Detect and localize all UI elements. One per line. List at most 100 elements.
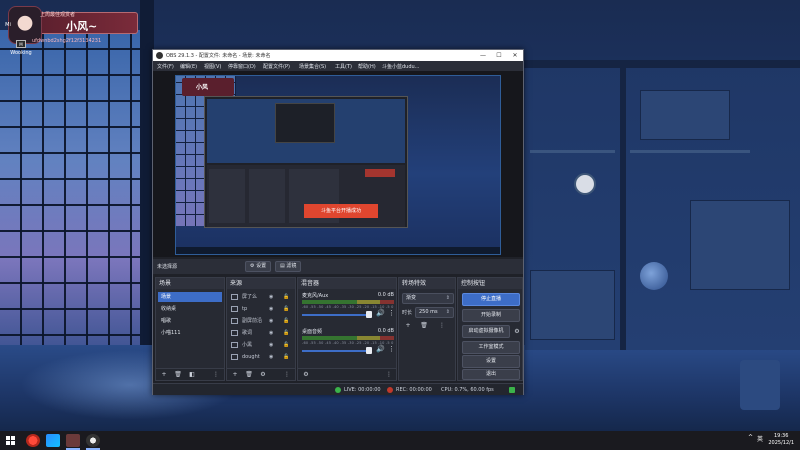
eye-icon[interactable]: ◉	[269, 340, 273, 350]
source-settings-button[interactable]: ⚙ 设置	[245, 261, 272, 272]
more-options-icon[interactable]: ⋮	[211, 371, 221, 379]
canvas-overlay-name: 小风	[196, 84, 209, 91]
eye-icon[interactable]: ◉	[269, 292, 273, 302]
speaker-icon[interactable]: 🔊	[376, 345, 385, 353]
window-title: OBS 29.1.3 - 配置文件: 未命名 - 场景: 未命名	[166, 53, 271, 59]
transition-type-select[interactable]: 渐变 ⇕	[402, 293, 454, 304]
desktop-icon-wooking[interactable]: M Wooking	[6, 40, 36, 56]
more-options-icon[interactable]: ⋮	[384, 371, 394, 379]
add-scene-button[interactable]: +	[159, 371, 169, 379]
obs-logo-icon	[156, 52, 163, 59]
ime-language-indicator[interactable]: 英	[757, 434, 763, 443]
add-transition-button[interactable]: +	[403, 322, 413, 330]
menu-edit[interactable]: 编辑(E)	[180, 63, 197, 70]
window-titlebar[interactable]: OBS 29.1.3 - 配置文件: 未命名 - 场景: 未命名 — ☐ ✕	[153, 50, 523, 61]
scene-item[interactable]: 小喵111	[158, 328, 222, 338]
source-item-label: tp	[242, 306, 248, 312]
trash-icon[interactable]: 🗑	[419, 322, 429, 330]
more-options-icon[interactable]: ⋮	[388, 309, 395, 317]
chevron-updown-icon: ⇕	[445, 295, 450, 301]
lock-icon[interactable]: 🔓	[283, 304, 289, 314]
preview-canvas[interactable]: 小风 斗鱼平台开播成功	[175, 75, 501, 255]
wallpaper-post	[620, 60, 626, 350]
lock-icon[interactable]: 🔓	[283, 292, 289, 302]
mixer-channel-db: 0.0 dB	[377, 292, 394, 298]
source-item[interactable]: 小黑 ◉ 🔓	[229, 340, 295, 350]
eye-icon[interactable]: ◉	[269, 352, 273, 362]
lock-icon[interactable]: 🔓	[283, 316, 289, 326]
scene-item[interactable]: 唱歌	[158, 316, 222, 326]
maximize-button[interactable]: ☐	[491, 50, 507, 61]
mixer-channel-name: 桌面音频	[302, 329, 323, 335]
wallpaper-cabinet	[530, 270, 615, 340]
scene-item[interactable]: 收纳桌	[158, 304, 222, 314]
menu-scene-collection[interactable]: 场景集合(S)	[299, 63, 326, 70]
more-options-icon[interactable]: ⋮	[388, 345, 395, 353]
stop-streaming-button[interactable]: 停止直播	[462, 293, 520, 306]
settings-button[interactable]: 设置	[462, 355, 520, 368]
window-source-icon	[231, 342, 238, 348]
taskbar-clock[interactable]: 19:36 2025/12/1	[768, 433, 794, 447]
eye-icon[interactable]: ◉	[269, 328, 273, 338]
gear-icon[interactable]: ⚙	[512, 328, 522, 336]
start-virtual-camera-button[interactable]: 启动虚拟摄像机	[462, 325, 510, 338]
trash-icon[interactable]: 🗑	[173, 371, 183, 379]
menu-tools[interactable]: 工具(T)	[335, 63, 352, 70]
eye-icon[interactable]: ◉	[269, 316, 273, 326]
controls-dock: 控制按钮 停止直播 开始录制 启动虚拟摄像机 ⚙ 工作室模式 设置 退出	[457, 277, 523, 381]
sources-dock: 来源 屏了么 ◉ 🔓 tp ◉ 🔓 副屏前沿 ◉ 🔓 歌词 ◉ 🔓 小黑 ◉ 🔓	[226, 277, 296, 381]
preview-area[interactable]: 小风 斗鱼平台开播成功	[153, 71, 523, 257]
source-filters-label: 滤镜	[286, 263, 297, 269]
lock-icon[interactable]: 🔓	[283, 352, 289, 362]
exit-button[interactable]: 退出	[462, 369, 520, 380]
menu-view[interactable]: 视图(V)	[204, 63, 221, 70]
tray-chevron-up-icon[interactable]: ^	[748, 434, 753, 441]
source-item[interactable]: 屏了么 ◉ 🔓	[229, 292, 295, 302]
advanced-audio-icon[interactable]: ⚙	[301, 371, 311, 379]
scene-filters-icon[interactable]: ◧	[187, 371, 197, 379]
status-bar: LIVE: 00:00:00 REC: 00:00:00 CPU: 0.7%, …	[153, 383, 523, 395]
obs-window[interactable]: OBS 29.1.3 - 配置文件: 未命名 - 场景: 未命名 — ☐ ✕ 文…	[152, 49, 524, 395]
source-item[interactable]: 副屏前沿 ◉ 🔓	[229, 316, 295, 326]
speaker-icon[interactable]: 🔊	[376, 309, 385, 317]
volume-slider[interactable]	[302, 350, 370, 352]
source-item[interactable]: dought ◉ 🔓	[229, 352, 295, 362]
obs-app-icon[interactable]	[86, 434, 100, 447]
duration-input[interactable]: 250 ms ⇕	[415, 307, 454, 318]
volume-slider[interactable]	[302, 314, 370, 316]
start-recording-button[interactable]: 开始录制	[462, 309, 520, 322]
nested-dock-column	[209, 169, 245, 223]
menu-profile[interactable]: 配置文件(P)	[263, 63, 290, 70]
browser-app-icon[interactable]	[46, 434, 60, 447]
menu-file[interactable]: 文件(F)	[157, 63, 174, 70]
live-indicator-icon	[335, 387, 341, 393]
scene-item[interactable]: 场景	[158, 292, 222, 302]
wallpaper-window-frame	[0, 30, 150, 360]
volume-slider-handle[interactable]	[366, 311, 372, 318]
add-source-button[interactable]: +	[230, 371, 240, 379]
more-options-icon[interactable]: ⋮	[437, 322, 447, 330]
lock-icon[interactable]: 🔓	[283, 328, 289, 338]
minimize-button[interactable]: —	[475, 50, 491, 61]
close-button[interactable]: ✕	[507, 50, 523, 61]
eye-icon[interactable]: ◉	[269, 304, 273, 314]
source-item[interactable]: tp ◉ 🔓	[229, 304, 295, 314]
more-options-icon[interactable]: ⋮	[282, 371, 292, 379]
trash-icon[interactable]: 🗑	[244, 371, 254, 379]
selected-source-label: 未选择源	[157, 264, 178, 270]
source-filters-button[interactable]: ▤ 滤镜	[275, 261, 302, 272]
lock-icon[interactable]: 🔓	[283, 340, 289, 350]
windows-start-icon[interactable]	[6, 436, 15, 445]
studio-mode-button[interactable]: 工作室模式	[462, 341, 520, 354]
volume-slider-handle[interactable]	[366, 347, 372, 354]
menu-help[interactable]: 帮助(H)	[358, 63, 376, 70]
image-viewer-app-icon[interactable]	[66, 434, 80, 447]
source-item[interactable]: 歌词 ◉ 🔓	[229, 328, 295, 338]
menu-docks[interactable]: 停靠窗口(D)	[228, 63, 256, 70]
duration-label: 时长	[402, 310, 413, 316]
gear-icon[interactable]: ⚙	[258, 371, 268, 379]
menu-douyu-plugin[interactable]: 斗鱼小蓝dudu...	[382, 63, 419, 70]
douyu-app-icon[interactable]	[26, 434, 40, 447]
canvas-overlay-banner: 小风	[182, 78, 234, 96]
desktop-icon-mi[interactable]: Mi	[2, 22, 14, 28]
